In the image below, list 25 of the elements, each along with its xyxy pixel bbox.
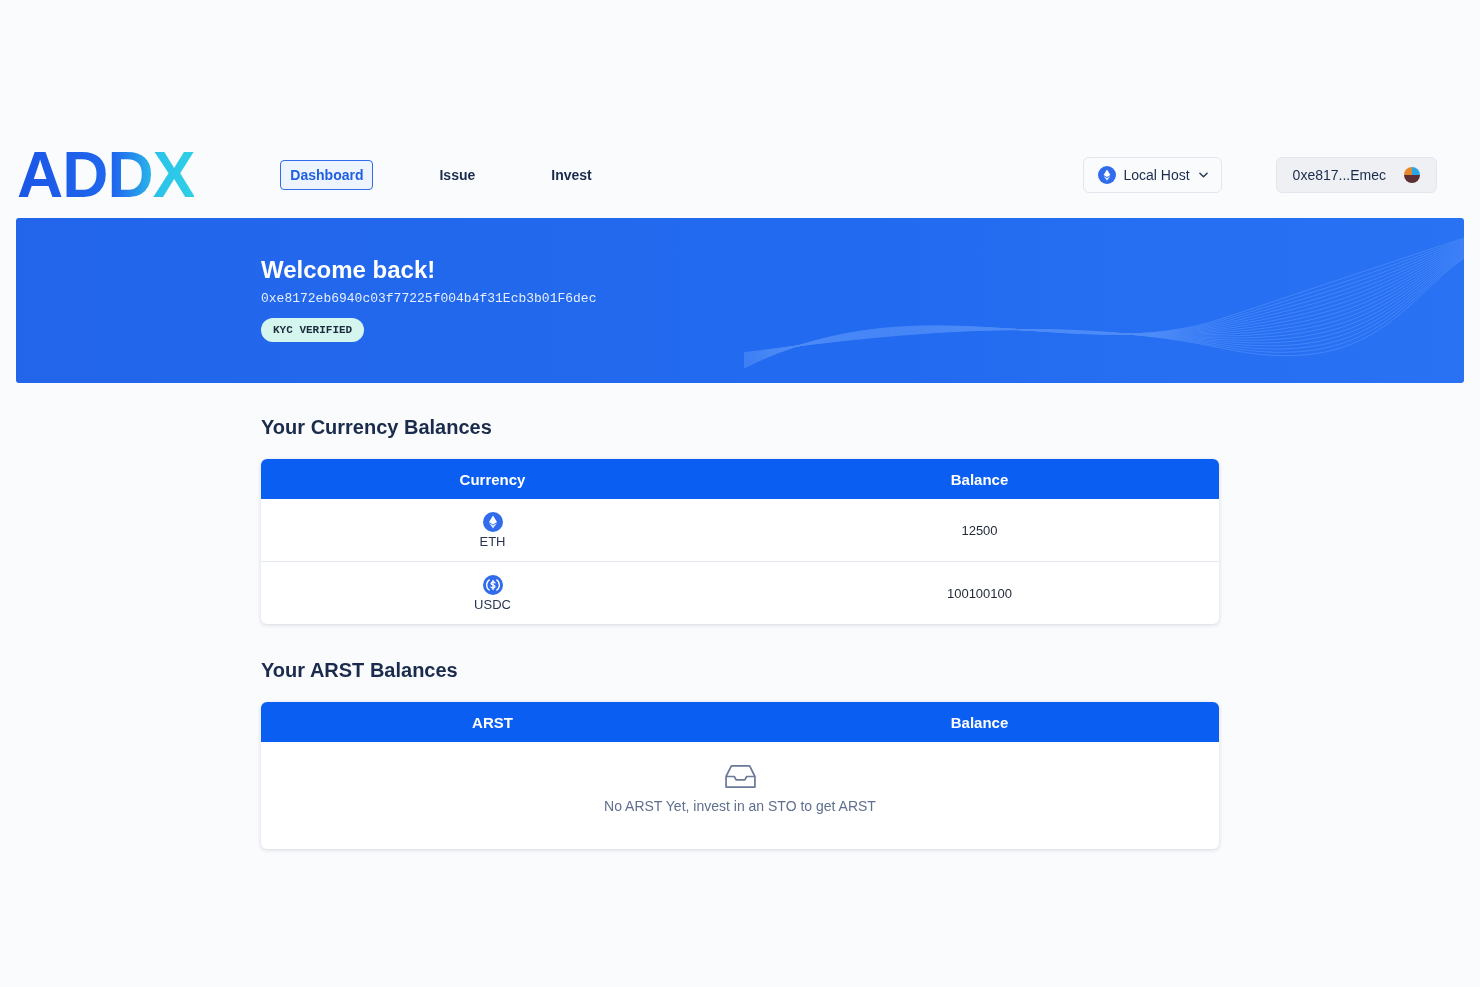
empty-state-message: No ARST Yet, invest in an STO to get ARST — [604, 798, 876, 814]
pie-avatar-icon — [1404, 167, 1420, 183]
column-header: Balance — [950, 713, 1009, 731]
section-title: Your ARST Balances — [261, 658, 458, 682]
kyc-badge: KYC VERIFIED — [261, 318, 365, 342]
currency-label: USDC — [474, 596, 511, 612]
inbox-icon — [723, 764, 757, 789]
network-dropdown[interactable]: Local Host — [1083, 157, 1222, 193]
table-cell: 100100100 — [946, 585, 1013, 601]
caret-icon — [1198, 172, 1208, 178]
nav-tab[interactable]: Invest — [541, 160, 602, 190]
nav-tab[interactable]: Issue — [429, 160, 486, 190]
nav-tab[interactable]: Dashboard — [280, 160, 374, 190]
table-cell: 12500 — [961, 522, 998, 538]
welcome-title: Welcome back! — [261, 255, 436, 285]
wallet-address: 0xe8172eb6940c03f77225f004b4f31Ecb3b01F6dec — [261, 291, 597, 307]
eth-icon — [482, 511, 503, 532]
currency-label: ETH — [479, 533, 506, 549]
diamond-coin-icon — [1098, 166, 1117, 184]
dollar-coin-icon — [482, 574, 503, 595]
column-header: Balance — [950, 470, 1009, 488]
column-header: Currency — [459, 470, 526, 488]
column-header: ARST — [472, 713, 513, 731]
wallet-button[interactable]: 0xe817...Emec — [1275, 157, 1437, 193]
section-title: Your Currency Balances — [261, 415, 492, 439]
